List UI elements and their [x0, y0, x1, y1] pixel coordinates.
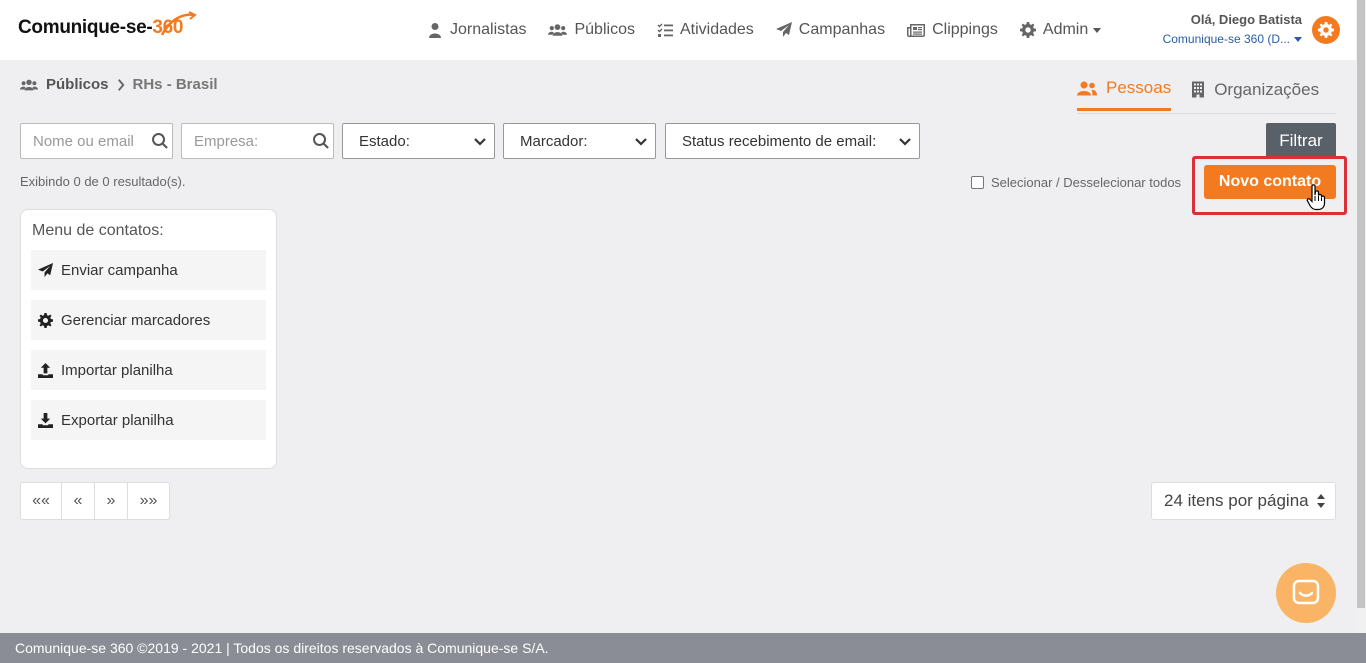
nav-label: Clippings [932, 21, 998, 38]
chevron-down-icon [1294, 36, 1302, 42]
name-email-search [20, 123, 173, 159]
select-all-checkbox[interactable] [971, 176, 984, 189]
menu-item-send-campaign[interactable]: Enviar campanha [31, 250, 266, 290]
tab-label: Organizações [1214, 79, 1320, 99]
paper-plane-icon [38, 262, 53, 277]
next-page-button[interactable]: » [95, 483, 128, 519]
users-icon [20, 79, 38, 90]
top-header: Comunique-se-360 Jornalistas Públicos At… [0, 0, 1356, 60]
user-friends-icon [1077, 81, 1097, 95]
email-status-select[interactable]: Status recebimento de email: [665, 123, 920, 159]
chat-icon [1292, 579, 1320, 605]
tabs-divider [1077, 113, 1336, 114]
nav-label: Admin [1042, 21, 1089, 38]
company-selector[interactable]: Comunique-se 360 (D... [1150, 32, 1302, 46]
tab-organizacoes[interactable]: Organizações [1191, 78, 1319, 111]
main-nav: Jornalistas Públicos Atividades Campanha… [427, 0, 1123, 60]
newspaper-icon [907, 24, 926, 37]
nav-admin[interactable]: Admin [1019, 21, 1102, 39]
tasks-icon [657, 23, 673, 37]
items-per-page-value: 24 itens por página [1164, 491, 1309, 510]
chevron-down-icon [474, 138, 486, 146]
state-select-value: Estado: [359, 132, 410, 150]
menu-item-label: Exportar planilha [61, 411, 174, 429]
search-icon [151, 133, 168, 149]
sort-icon [1317, 494, 1325, 508]
state-select[interactable]: Estado: [342, 123, 495, 159]
breadcrumb-current: RHs - Brasil [132, 76, 218, 93]
previous-page-button[interactable]: « [62, 483, 95, 519]
contacts-menu-title: Menu de contatos: [32, 222, 164, 239]
gear-icon [1318, 22, 1334, 38]
chevron-right-icon [117, 78, 125, 91]
nav-label: Públicos [574, 21, 635, 38]
filter-button[interactable]: Filtrar [1266, 123, 1336, 159]
view-tabs: Pessoas Organizações [1077, 78, 1319, 111]
select-all-toggle[interactable]: Selecionar / Desselecionar todos [971, 175, 1181, 190]
gear-icon [38, 312, 53, 328]
gear-icon [1019, 22, 1036, 38]
page-scrollbar[interactable] [1356, 0, 1366, 633]
user-greeting: Olá, Diego Batista [1190, 12, 1302, 27]
nav-publicos[interactable]: Públicos [548, 21, 635, 39]
nav-label: Campanhas [798, 21, 886, 38]
tag-select[interactable]: Marcador: [503, 123, 656, 159]
building-icon [1192, 81, 1205, 98]
tag-select-value: Marcador: [520, 132, 588, 150]
chat-launcher-button[interactable] [1276, 563, 1336, 623]
contacts-menu: Menu de contatos: Enviar campanha Gerenc… [20, 209, 277, 469]
name-email-input[interactable] [21, 124, 148, 158]
paper-plane-icon [775, 22, 792, 37]
menu-item-manage-tags[interactable]: Gerenciar marcadores [31, 300, 266, 340]
menu-item-import-spreadsheet[interactable]: Importar planilha [31, 350, 266, 390]
breadcrumb: Públicos RHs - Brasil [20, 76, 218, 93]
email-status-select-value: Status recebimento de email: [682, 132, 877, 150]
nav-atividades[interactable]: Atividades [657, 21, 754, 39]
menu-item-label: Gerenciar marcadores [61, 311, 211, 329]
menu-item-label: Importar planilha [61, 361, 173, 379]
scrollbar-thumb[interactable] [1357, 0, 1365, 608]
pagination: «« « » »» [20, 482, 170, 520]
nav-label: Atividades [679, 21, 754, 38]
brand-logo[interactable]: Comunique-se-360 [18, 11, 197, 39]
company-input[interactable] [182, 124, 309, 158]
nav-label: Jornalistas [450, 21, 527, 38]
tab-pessoas[interactable]: Pessoas [1077, 78, 1172, 111]
search-button[interactable] [147, 124, 172, 158]
results-count: Exibindo 0 de 0 resultado(s). [20, 174, 186, 189]
logo-swoosh-icon [160, 11, 197, 36]
select-all-label: Selecionar / Desselecionar todos [991, 175, 1182, 190]
user-menu[interactable]: Olá, Diego Batista Comunique-se 360 (D..… [1150, 12, 1302, 46]
user-tie-icon [429, 23, 441, 38]
last-page-button[interactable]: »» [128, 483, 169, 519]
items-per-page-select[interactable]: 24 itens por página [1151, 482, 1336, 520]
chevron-down-icon [1093, 27, 1102, 33]
chevron-down-icon [899, 138, 911, 146]
download-icon [38, 412, 53, 428]
nav-clippings[interactable]: Clippings [907, 21, 998, 39]
tab-label: Pessoas [1106, 78, 1172, 97]
users-icon [548, 24, 568, 36]
company-search [181, 123, 334, 159]
menu-item-label: Enviar campanha [61, 261, 178, 279]
upload-icon [38, 362, 53, 378]
search-icon [312, 133, 329, 149]
breadcrumb-parent[interactable]: Públicos [46, 76, 109, 93]
first-page-button[interactable]: «« [21, 483, 62, 519]
page-footer: Comunique-se 360 ©2019 - 2021 | Todos os… [0, 633, 1366, 663]
hand-pointer-cursor-icon [1306, 184, 1326, 211]
nav-jornalistas[interactable]: Jornalistas [427, 21, 526, 39]
nav-campanhas[interactable]: Campanhas [775, 21, 886, 39]
menu-item-export-spreadsheet[interactable]: Exportar planilha [31, 400, 266, 440]
search-button[interactable] [308, 124, 333, 158]
settings-button[interactable] [1312, 16, 1340, 44]
chevron-down-icon [635, 138, 647, 146]
company-name: Comunique-se 360 (D... [1162, 32, 1290, 46]
